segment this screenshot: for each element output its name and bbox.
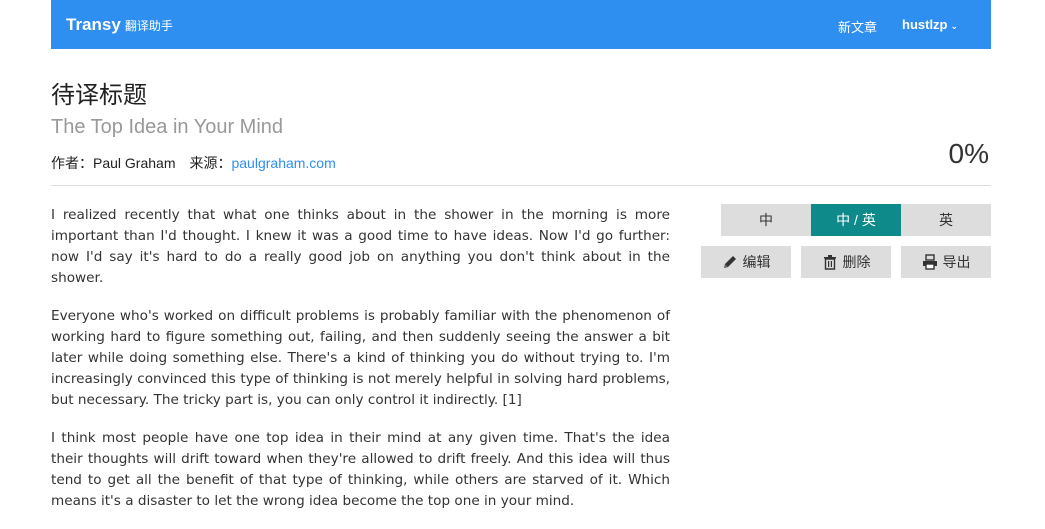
edit-label: 编辑	[742, 254, 771, 270]
brand-name[interactable]: Transy	[66, 15, 121, 34]
chevron-down-icon: ⌄	[950, 21, 959, 31]
view-zh-button[interactable]: 中	[721, 204, 811, 236]
author-name: Paul Graham	[93, 155, 176, 171]
export-button[interactable]: 导出	[901, 246, 991, 278]
action-buttons: 编辑 删除 导出	[701, 246, 991, 278]
paragraph[interactable]: Everyone who's worked on difficult probl…	[51, 306, 670, 411]
source-link[interactable]: paulgraham.com	[231, 155, 335, 171]
edit-button[interactable]: 编辑	[701, 246, 791, 278]
export-label: 导出	[942, 254, 971, 270]
user-menu[interactable]: hustlzp ⌄	[902, 17, 958, 32]
delete-button[interactable]: 删除	[801, 246, 891, 278]
brand-logo[interactable]: Transy 翻译助手	[66, 15, 173, 35]
view-zh-en-button[interactable]: 中 / 英	[811, 204, 901, 236]
print-icon	[922, 254, 937, 270]
translation-progress: 0%	[948, 138, 989, 169]
article-body: I realized recently that what one thinks…	[51, 205, 670, 529]
trash-icon	[823, 255, 836, 270]
paragraph[interactable]: I realized recently that what one thinks…	[51, 205, 670, 289]
username: hustlzp	[902, 17, 948, 32]
delete-label: 删除	[842, 254, 871, 270]
divider	[51, 185, 991, 186]
top-navbar: Transy 翻译助手 新文章 hustlzp ⌄	[51, 0, 991, 49]
view-en-button[interactable]: 英	[901, 204, 991, 236]
new-article-link[interactable]: 新文章	[838, 17, 877, 36]
view-mode-toggle: 中 中 / 英 英	[721, 204, 991, 236]
original-title: The Top Idea in Your Mind	[51, 116, 284, 138]
article-meta: 作者：Paul Graham 来源：paulgraham.com	[51, 153, 336, 173]
translated-title: 待译标题	[51, 82, 147, 109]
paragraph[interactable]: I think most people have one top idea in…	[51, 428, 670, 512]
brand-subtitle: 翻译助手	[124, 19, 173, 33]
pencil-icon	[723, 256, 736, 268]
author-label: 作者：	[51, 155, 93, 171]
source-label: 来源：	[189, 155, 232, 171]
